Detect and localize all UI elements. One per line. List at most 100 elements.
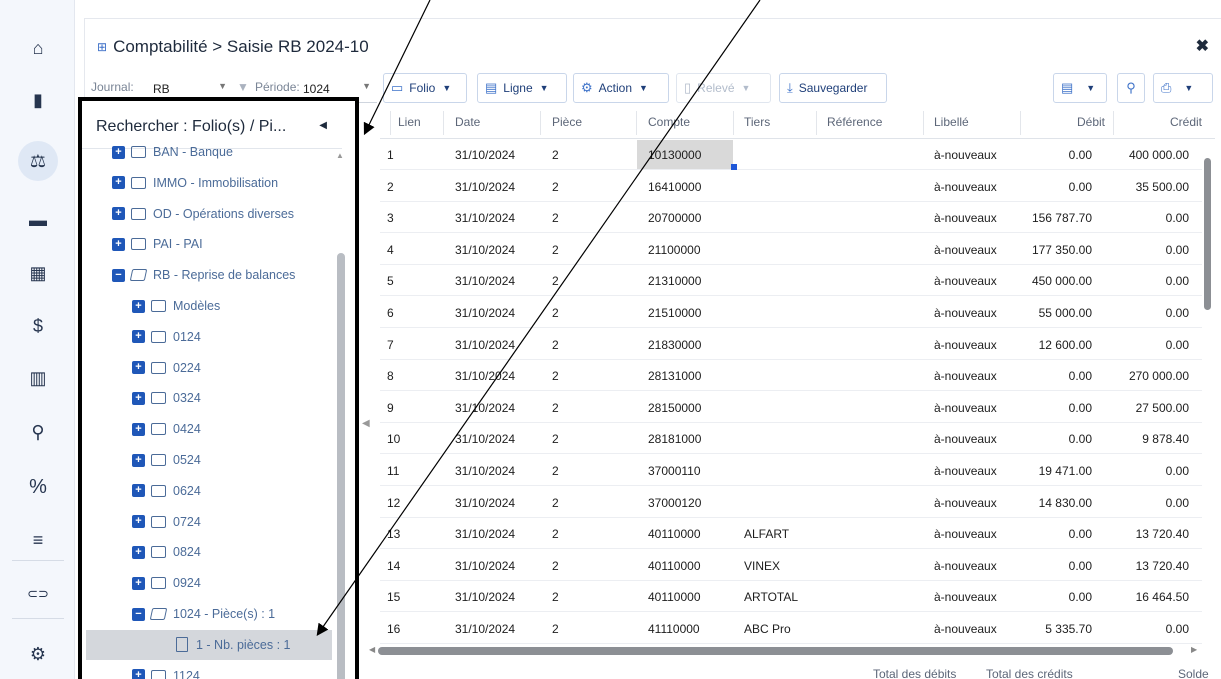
table-cell[interactable]: à-nouveaux [934, 527, 997, 541]
table-row[interactable]: 8 31/10/2024 2 28131000 à-nouveaux 0.00 270 00… [380, 360, 1202, 392]
table-row[interactable]: 3 31/10/2024 2 20700000 à-nouveaux 156 787.70… [380, 202, 1202, 234]
table-cell[interactable]: 31/10/2024 [455, 338, 515, 352]
table-cell[interactable]: 40110000 [648, 527, 701, 541]
table-cell[interactable]: 28181000 [648, 432, 701, 446]
table-cell[interactable]: 2 [552, 590, 559, 604]
expand-icon[interactable]: + [132, 422, 145, 436]
table-cell[interactable]: 2 [552, 369, 559, 383]
table-row[interactable]: 6 31/10/2024 2 21510000 à-nouveaux 55 000.00 0… [380, 297, 1202, 328]
table-cell[interactable]: 31/10/2024 [455, 306, 515, 320]
action-button[interactable]: ⚙ Action ▼ [573, 73, 669, 103]
table-cell[interactable]: 15 [387, 590, 400, 604]
table-cell[interactable]: 21100000 [648, 243, 701, 257]
table-cell[interactable]: 35 500.00 [1136, 180, 1189, 194]
table-cell[interactable]: à-nouveaux [934, 559, 997, 573]
table-cell[interactable]: 2 [552, 401, 559, 415]
table-cell[interactable]: à-nouveaux [934, 148, 997, 162]
table-cell[interactable]: 13 720.40 [1136, 527, 1189, 541]
table-cell[interactable]: 16410000 [648, 180, 701, 194]
tree-scrollbar[interactable] [337, 253, 345, 679]
tree-item[interactable]: + BAN - Banque [112, 141, 233, 163]
table-cell[interactable]: 28131000 [648, 369, 701, 383]
table-row[interactable]: 1 31/10/2024 2 10130000 à-nouveaux 0.00 400 00… [380, 139, 1202, 170]
table-cell[interactable]: 2 [552, 622, 559, 636]
table-cell[interactable]: à-nouveaux [934, 369, 997, 383]
table-cell[interactable]: VINEX [744, 559, 780, 573]
column-header[interactable]: Débit [1077, 115, 1105, 129]
tree-item[interactable]: +0724 [132, 511, 201, 533]
table-cell[interactable]: 0.00 [1166, 274, 1189, 288]
tree-item[interactable]: − 1024 - Pièce(s) : 1 [132, 603, 275, 625]
table-cell[interactable]: 40110000 [648, 590, 701, 604]
table-cell[interactable]: 0.00 [1069, 590, 1092, 604]
table-cell[interactable]: 0.00 [1069, 148, 1092, 162]
tree-item[interactable]: + PAI - PAI [112, 233, 203, 255]
table-cell[interactable]: 11 [387, 464, 399, 478]
table-cell[interactable]: à-nouveaux [934, 590, 997, 604]
tree-item[interactable]: + IMMO - Immobilisation [112, 172, 278, 194]
table-cell[interactable]: 13 720.40 [1136, 559, 1189, 573]
table-cell[interactable]: 2 [552, 496, 559, 510]
table-cell[interactable]: 55 000.00 [1039, 306, 1092, 320]
scroll-right-icon[interactable]: ▶ [1191, 645, 1197, 654]
table-cell[interactable]: 21830000 [648, 338, 701, 352]
table-cell[interactable]: à-nouveaux [934, 464, 997, 478]
table-cell[interactable]: 13 [387, 527, 400, 541]
table-cell[interactable]: 14 830.00 [1039, 496, 1092, 510]
column-header[interactable]: Lien [398, 115, 421, 129]
fill-handle[interactable] [731, 164, 737, 170]
table-cell[interactable]: à-nouveaux [934, 432, 997, 446]
table-cell[interactable]: 5 335.70 [1045, 622, 1092, 636]
tree-item[interactable]: +0524 [132, 449, 201, 471]
splitter-handle[interactable]: ◀ [362, 418, 370, 429]
table-cell[interactable]: 16 [387, 622, 400, 636]
folio-button[interactable]: ▭ Folio ▼ [383, 73, 467, 103]
table-row[interactable]: 7 31/10/2024 2 21830000 à-nouveaux 12 600.00 0… [380, 329, 1202, 360]
table-cell[interactable]: 0.00 [1166, 338, 1189, 352]
table-cell[interactable]: à-nouveaux [934, 211, 997, 225]
table-cell[interactable]: 41110000 [648, 622, 700, 636]
table-cell[interactable]: 2 [552, 148, 559, 162]
table-cell[interactable]: 1 [387, 148, 394, 162]
book-icon[interactable]: ▮ [18, 80, 58, 120]
collapse-icon[interactable]: − [112, 268, 125, 282]
table-cell[interactable]: à-nouveaux [934, 338, 997, 352]
table-cell[interactable]: 10130000 [648, 148, 701, 162]
table-cell[interactable]: ARTOTAL [744, 590, 798, 604]
tree-item[interactable]: +1124 [132, 665, 200, 679]
table-cell[interactable]: 37000110 [648, 464, 701, 478]
table-cell[interactable]: 31/10/2024 [455, 622, 515, 636]
table-cell[interactable]: 9 [387, 401, 394, 415]
table-cell[interactable]: 31/10/2024 [455, 401, 515, 415]
percent-icon[interactable]: % [18, 467, 58, 507]
table-cell[interactable]: 2 [552, 432, 559, 446]
table-cell[interactable]: 21510000 [648, 306, 701, 320]
expand-icon[interactable]: + [132, 545, 145, 559]
expand-icon[interactable]: + [112, 207, 125, 221]
table-cell[interactable]: 19 471.00 [1039, 464, 1092, 478]
table-cell[interactable]: 0.00 [1166, 306, 1189, 320]
expand-icon[interactable]: + [132, 515, 145, 529]
column-header[interactable]: Libellé [934, 115, 969, 129]
table-cell[interactable]: 31/10/2024 [455, 464, 515, 478]
table-cell[interactable]: 31/10/2024 [455, 180, 515, 194]
table-cell[interactable]: 31/10/2024 [455, 148, 515, 162]
table-cell[interactable]: 16 464.50 [1136, 590, 1189, 604]
grid-vertical-scrollbar[interactable] [1204, 158, 1211, 310]
table-cell[interactable]: 31/10/2024 [455, 527, 515, 541]
table-cell[interactable]: 5 [387, 274, 394, 288]
table-cell[interactable]: 10 [387, 432, 400, 446]
expand-icon[interactable]: + [132, 361, 145, 375]
tree-item[interactable]: 1 - Nb. pièces : 1 [176, 634, 291, 656]
table-cell[interactable]: 12 [387, 496, 400, 510]
table-cell[interactable]: à-nouveaux [934, 180, 997, 194]
table-cell[interactable]: 2 [552, 180, 559, 194]
column-header[interactable]: Pièce [552, 115, 582, 129]
table-cell[interactable]: 20700000 [648, 211, 701, 225]
table-cell[interactable]: ALFART [744, 527, 789, 541]
table-cell[interactable]: 27 500.00 [1136, 401, 1189, 415]
building-icon[interactable]: ▥ [18, 358, 58, 398]
expand-icon[interactable]: + [132, 330, 145, 344]
collapse-icon[interactable]: − [132, 607, 145, 621]
table-cell[interactable]: 31/10/2024 [455, 369, 515, 383]
